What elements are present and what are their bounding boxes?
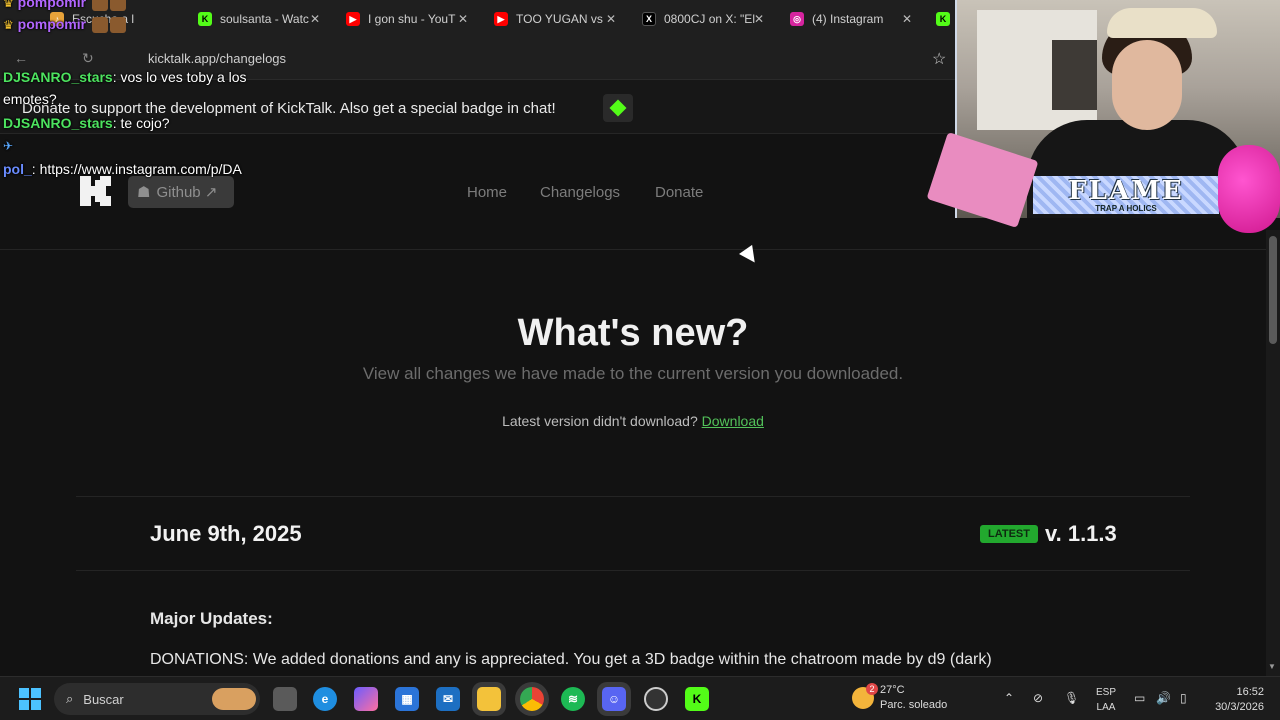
kicktalk-app-icon[interactable]: K bbox=[685, 687, 709, 711]
weather-badge: 2 bbox=[866, 683, 878, 695]
taskbar: ⌕ Buscar e ▦ ✉ ≋ ☺ K 2 27°C Parc. solead… bbox=[0, 676, 1280, 720]
volume-icon[interactable]: 🔊 bbox=[1156, 691, 1171, 705]
obs-icon[interactable] bbox=[644, 687, 668, 711]
chat-message: ♛ pompomir bbox=[3, 0, 126, 12]
bookmark-star-icon[interactable]: ☆ bbox=[932, 49, 946, 69]
emote-icon bbox=[110, 17, 126, 34]
browser-tab[interactable]: ▶ I gon shu - YouT ✕ bbox=[336, 4, 476, 34]
flame-title: FLAME bbox=[1068, 175, 1184, 206]
change-entry: DONATIONS: We added donations and any is… bbox=[150, 651, 992, 668]
outlook-icon[interactable]: ✉ bbox=[436, 687, 460, 711]
chat-message: emotes? bbox=[3, 91, 57, 107]
latest-badge: LATEST bbox=[980, 525, 1038, 543]
chat-username[interactable]: pompomir bbox=[18, 16, 86, 32]
chat-text: vos lo ves toby a los bbox=[120, 69, 247, 85]
taskbar-search[interactable]: ⌕ Buscar bbox=[54, 683, 260, 715]
battery-icon[interactable]: ▯ bbox=[1180, 691, 1187, 705]
crown-icon: ♛ bbox=[3, 0, 14, 10]
page-subtitle: View all changes we have made to the cur… bbox=[362, 364, 904, 383]
youtube-favicon-icon: ▶ bbox=[494, 12, 508, 26]
chrome-icon[interactable] bbox=[520, 687, 544, 711]
nav-link-home[interactable]: Home bbox=[467, 184, 507, 201]
emote-icon bbox=[110, 0, 126, 12]
scrollbar-thumb[interactable] bbox=[1269, 236, 1277, 344]
search-highlight-icon bbox=[212, 688, 256, 710]
weather-desc: Parc. soleado bbox=[880, 699, 948, 711]
screen: ♪ Escucha a l K soulsanta - Watc ✕ ▶ I g… bbox=[0, 0, 1280, 720]
spotify-icon[interactable]: ≋ bbox=[561, 687, 585, 711]
badge-gem-icon bbox=[603, 94, 633, 122]
microphone-icon[interactable]: 🎙 bbox=[1064, 691, 1079, 705]
tab-close-icon[interactable]: ✕ bbox=[310, 12, 320, 26]
release-version: v. 1.1.3 bbox=[1045, 521, 1117, 546]
instagram-favicon-icon: ◎ bbox=[790, 12, 804, 26]
network-off-icon[interactable]: ⊘ bbox=[1033, 691, 1043, 705]
chat-message: ♛ pompomir bbox=[3, 16, 126, 34]
search-icon: ⌕ bbox=[66, 691, 74, 706]
copilot-icon[interactable] bbox=[354, 687, 378, 711]
chat-text: te cojo? bbox=[120, 115, 170, 131]
pink-figure-icon bbox=[1218, 145, 1280, 233]
chat-username[interactable]: DJSANRO_stars bbox=[3, 69, 113, 85]
x-favicon-icon: X bbox=[642, 12, 656, 26]
chat-message: DJSANRO_stars: vos lo ves toby a los bbox=[3, 69, 247, 85]
tab-close-icon[interactable]: ✕ bbox=[754, 12, 764, 26]
kick-favicon-icon: K bbox=[936, 12, 950, 26]
tab-close-icon[interactable]: ✕ bbox=[902, 12, 912, 26]
discord-icon[interactable]: ☺ bbox=[602, 687, 626, 711]
tab-close-icon[interactable]: ✕ bbox=[606, 12, 616, 26]
chat-link[interactable]: https://www.instagram.com/p/DA bbox=[40, 161, 242, 177]
chat-username[interactable]: DJSANRO_stars bbox=[3, 115, 113, 131]
tab-title: I gon shu - YouT bbox=[368, 12, 456, 26]
lang-top: ESP bbox=[1096, 687, 1117, 698]
divider bbox=[76, 570, 1190, 571]
download-link[interactable]: Download bbox=[702, 413, 764, 429]
tab-title: (4) Instagram bbox=[812, 12, 884, 26]
language-indicator[interactable]: ESP LAA bbox=[1096, 685, 1116, 715]
chat-message: DJSANRO_stars: te cojo? bbox=[3, 115, 170, 131]
clock-time: 16:52 bbox=[1236, 686, 1264, 698]
chat-message: pol_: https://www.instagram.com/p/DA bbox=[3, 161, 242, 177]
flame-subtitle: TRAP A HOLICS bbox=[1095, 203, 1157, 213]
section-heading: Major Updates: bbox=[150, 609, 273, 628]
download-prompt-text: Latest version didn't download? bbox=[502, 413, 698, 429]
pin-icon: ✈ bbox=[3, 139, 14, 153]
youtube-favicon-icon: ▶ bbox=[346, 12, 360, 26]
page-title: What's new? bbox=[517, 312, 749, 354]
release-date: June 9th, 2025 bbox=[150, 521, 302, 546]
emote-icon bbox=[92, 17, 108, 34]
chat-text: emotes? bbox=[3, 91, 57, 107]
file-explorer-icon[interactable] bbox=[477, 687, 501, 711]
search-placeholder: Buscar bbox=[83, 691, 124, 707]
lang-bottom: LAA bbox=[1096, 702, 1116, 713]
browser-tab[interactable]: X 0800CJ on X: "El ✕ bbox=[632, 4, 772, 34]
browser-tab[interactable]: ▶ TOO YUGAN vs ✕ bbox=[484, 4, 624, 34]
tab-close-icon[interactable]: ✕ bbox=[458, 12, 468, 26]
clock-date: 30/3/2026 bbox=[1215, 701, 1264, 713]
tray-chevron-icon[interactable]: ⌃ bbox=[1004, 691, 1014, 705]
browser-tab-active[interactable]: K bbox=[926, 4, 956, 34]
chat-username[interactable]: pol_ bbox=[3, 161, 32, 177]
task-view-icon[interactable] bbox=[273, 687, 297, 711]
chat-overlay: ♛ pompomir ♛ pompomir DJSANRO_stars: vos… bbox=[0, 0, 300, 190]
edge-icon[interactable]: e bbox=[313, 687, 337, 711]
nav-link-changelogs[interactable]: Changelogs bbox=[540, 184, 620, 201]
display-icon[interactable]: ▭ bbox=[1134, 691, 1145, 705]
emote-icon bbox=[92, 0, 108, 12]
flame-logo: FLAME TRAP A HOLICS bbox=[1033, 176, 1219, 214]
scroll-down-icon[interactable]: ▼ bbox=[1268, 662, 1276, 671]
chat-username[interactable]: pompomir bbox=[18, 0, 86, 10]
weather-temp: 27°C bbox=[880, 684, 905, 696]
browser-tab[interactable]: ◎ (4) Instagram ✕ bbox=[780, 4, 920, 34]
tab-title: 0800CJ on X: "El bbox=[664, 12, 755, 26]
windows-start-icon[interactable] bbox=[18, 687, 42, 711]
crown-icon: ♛ bbox=[3, 18, 14, 32]
nav-link-donate[interactable]: Donate bbox=[655, 184, 703, 201]
store-icon[interactable]: ▦ bbox=[395, 687, 419, 711]
divider bbox=[76, 496, 1190, 497]
tab-title: TOO YUGAN vs bbox=[516, 12, 603, 26]
clock[interactable]: 16:52 30/3/2026 bbox=[1206, 685, 1264, 715]
download-prompt: Latest version didn't download? Download bbox=[0, 413, 1266, 429]
weather-widget[interactable]: 2 27°C Parc. soleado bbox=[852, 683, 947, 713]
